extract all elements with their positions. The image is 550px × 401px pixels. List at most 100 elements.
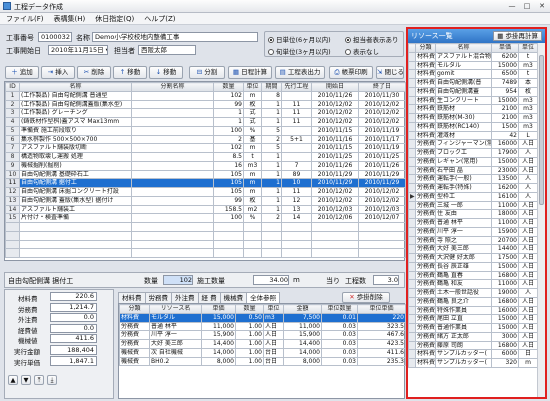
table-cell[interactable]: 16	[213, 160, 244, 171]
table-cell[interactable]: 式	[243, 117, 262, 127]
menu-help[interactable]: ヘルプ(Z)	[144, 13, 175, 25]
table-cell[interactable]: 材料費	[415, 130, 436, 141]
qty-field[interactable]: 102	[163, 275, 193, 285]
table-cell[interactable]: m3	[518, 121, 537, 132]
table-cell[interactable]: 自由勾配側溝蓋	[435, 86, 492, 97]
table-cell[interactable]: 人日	[518, 139, 537, 149]
table-cell[interactable]: 労務費	[415, 226, 436, 237]
table-cell[interactable]: 2010/11/26	[358, 160, 406, 171]
table-cell[interactable]: 2010/11/17	[358, 134, 406, 145]
table-cell[interactable]: m	[243, 90, 262, 101]
table-cell[interactable]: 105	[213, 187, 244, 197]
table-cell[interactable]: 1	[261, 99, 282, 110]
table-cell[interactable]: 2	[5, 99, 20, 110]
column-header[interactable]: 数量	[235, 304, 264, 314]
table-cell[interactable]: 11,000	[283, 321, 322, 332]
table-cell[interactable]: 320	[491, 358, 519, 368]
table-row[interactable]: 労務費 川平 淳一 15,900 1.00 人日 15,900 0.03 467.6	[119, 330, 406, 340]
table-cell[interactable]: 1	[261, 160, 282, 171]
table-cell[interactable]: アスファルト混合物	[435, 51, 492, 62]
table-cell[interactable]: m2	[243, 204, 262, 215]
table-cell[interactable]: 3	[5, 108, 20, 118]
table-cell[interactable]: 2	[213, 134, 244, 145]
table-cell[interactable]: 7489	[491, 78, 519, 88]
table-cell[interactable]: 6	[5, 134, 20, 145]
column-header[interactable]: 分割名称	[131, 82, 214, 92]
table-cell[interactable]: 人日	[518, 296, 537, 307]
table-row[interactable]: 労務費 普通 林平 11,000 1.00 人日 11,000 0.03 323.5	[119, 321, 406, 332]
column-header[interactable]: 期間	[261, 82, 282, 92]
table-cell[interactable]: 2100	[491, 104, 519, 114]
table-cell[interactable]: 労務費	[415, 148, 436, 158]
list-item[interactable]: 労務費 大沢健 好太郎 17500 人日	[408, 253, 537, 263]
table-cell[interactable]: 11000	[491, 200, 519, 211]
table-cell[interactable]: 11000	[491, 279, 519, 289]
table-cell[interactable]: 人日	[518, 323, 537, 333]
list-item[interactable]: 労務費寺 照之 20700 人日	[408, 235, 537, 246]
table-cell[interactable]: 特殊作業員	[435, 305, 492, 316]
table-cell[interactable]: 人	[518, 183, 537, 193]
table-cell[interactable]: 3000	[491, 331, 519, 342]
table-cell[interactable]: 右平田 晶	[435, 165, 492, 176]
table-cell[interactable]: 7	[5, 143, 20, 153]
table-cell[interactable]: 本	[518, 78, 537, 88]
column-header[interactable]: ID	[5, 82, 20, 92]
table-cell[interactable]	[131, 169, 214, 180]
list-item[interactable]: 労務費 レギャン(常用) 15000 人日	[408, 156, 537, 167]
close-button[interactable]: ⇲ 閉じる	[376, 66, 404, 79]
table-cell[interactable]: 材料費	[415, 95, 436, 106]
table-cell[interactable]: 1.00	[235, 356, 264, 367]
column-header[interactable]: 名称	[19, 82, 132, 92]
table-cell[interactable]: 2010/11/15	[311, 125, 359, 136]
table-cell[interactable]: 寺 照之	[435, 235, 492, 246]
table-row[interactable]: 4 (鋳鉄材作型桝)蓋アスマ Max13mm 1 式 1 11 2010/12/02 2010…	[5, 117, 406, 127]
table-cell[interactable]: 準備費 施工前段取り	[19, 125, 132, 136]
table-cell[interactable]: 1	[261, 108, 282, 118]
table-cell[interactable]: 15,900	[201, 330, 236, 340]
table-cell[interactable]: 14	[5, 204, 20, 215]
table-cell[interactable]	[131, 117, 214, 127]
table-cell[interactable]: 5	[261, 143, 282, 153]
table-cell[interactable]: モルタル	[149, 312, 202, 323]
table-cell[interactable]: 12	[281, 195, 312, 206]
table-cell[interactable]: 8.5	[213, 152, 244, 162]
list-item[interactable]: 労務費 川平 淳一 15900 人日	[408, 226, 537, 237]
nav-down-button[interactable]: ▼	[21, 375, 31, 385]
table-cell[interactable]: 99	[213, 195, 244, 206]
table-cell[interactable]: 普通 林平	[435, 218, 492, 228]
table-cell[interactable]: m3	[518, 95, 537, 106]
table-cell[interactable]: 枚	[243, 195, 262, 206]
table-cell[interactable]: 42	[491, 130, 519, 141]
export-schedule-button[interactable]: ▤ 工程表出力	[275, 66, 325, 79]
column-header[interactable]: 分類	[415, 43, 436, 53]
tab-resource[interactable]: 労務費	[144, 292, 172, 303]
resource-list-scrollbar[interactable]	[537, 43, 545, 397]
table-cell[interactable]: 2010/11/25	[358, 152, 406, 162]
list-item[interactable]: 材料費 サンプルカッター(320 m	[408, 358, 537, 368]
table-cell[interactable]: フィンジャーマン(常用	[435, 139, 492, 149]
table-cell[interactable]: (鋳鉄材作型桝)蓋アスマ Max13mm	[19, 117, 132, 127]
table-cell[interactable]	[131, 108, 214, 118]
table-cell[interactable]: 労務費	[415, 156, 436, 167]
move-down-button[interactable]: ↓ 移動	[149, 66, 183, 79]
table-cell[interactable]: ブロック工	[435, 148, 492, 158]
table-cell[interactable]: t	[518, 51, 537, 62]
list-item[interactable]: 材料費 自由勾配側溝蓋 954 枚	[408, 86, 537, 97]
table-cell[interactable]: 105	[213, 169, 244, 180]
table-cell[interactable]: 材料費	[415, 104, 436, 114]
table-row[interactable]: 2 (工作製品) 自由勾配側溝蓋版(集水型) 99 枚 1 11 2010/12/02 201…	[5, 99, 406, 110]
column-header[interactable]: リソース名	[149, 304, 202, 314]
table-cell[interactable]: 8	[5, 152, 20, 162]
table-cell[interactable]	[281, 143, 312, 153]
table-cell[interactable]: 14,400	[201, 339, 236, 349]
table-row[interactable]: 10 自由勾配側溝 基礎砕石工 105 m 1 89 2010/11/29 2010/11/2…	[5, 169, 406, 180]
table-cell[interactable]: m	[518, 358, 537, 368]
column-header[interactable]: 単位	[243, 82, 262, 92]
table-cell[interactable]: 鶴亀 良之介	[435, 296, 492, 307]
table-cell[interactable]	[281, 90, 312, 101]
table-cell[interactable]: 自由勾配側溝 床掘コンクリート打設	[19, 187, 132, 197]
table-cell[interactable]: 鉄筋材	[435, 104, 492, 114]
table-cell[interactable]: 人日	[518, 226, 537, 237]
table-cell[interactable]: 労務費	[415, 183, 436, 193]
tab-resource[interactable]: 経 費	[197, 292, 221, 303]
